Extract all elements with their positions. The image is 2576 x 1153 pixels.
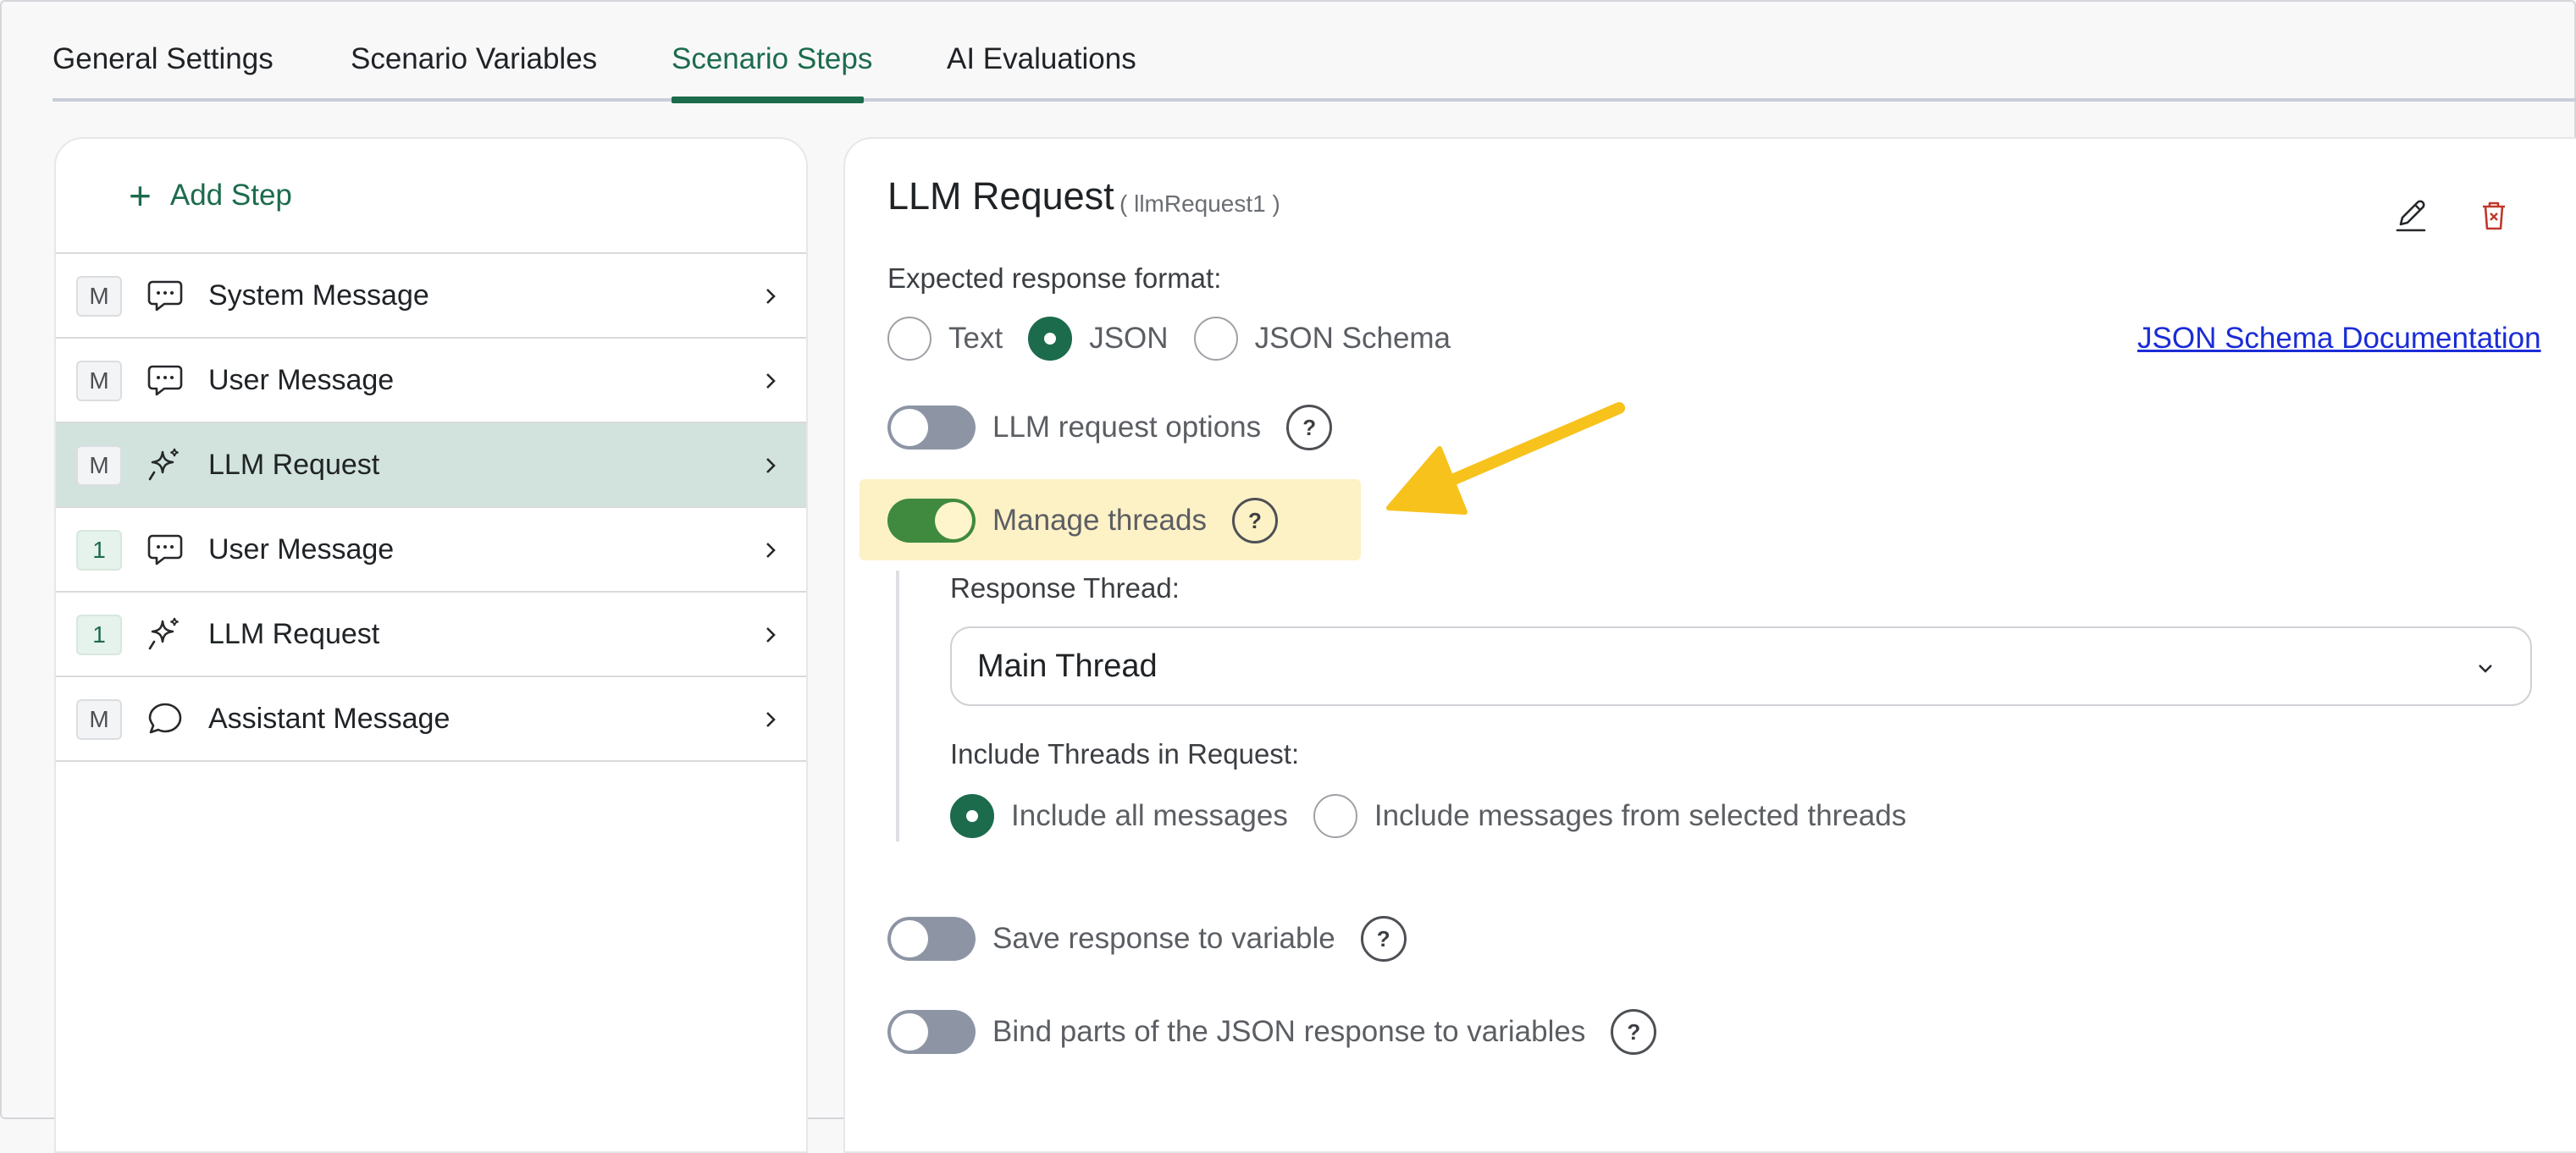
include-threads-label: Include Threads in Request: bbox=[950, 738, 1300, 770]
sparkles-icon bbox=[148, 448, 179, 481]
add-step-label: Add Step bbox=[169, 179, 292, 212]
include-selected-radio[interactable] bbox=[1313, 794, 1357, 838]
message-dots-icon bbox=[147, 534, 183, 565]
format-radio-json[interactable] bbox=[1028, 317, 1073, 361]
step-badge: M bbox=[76, 445, 122, 486]
help-icon[interactable]: ? bbox=[1360, 916, 1407, 962]
step-label: System Message bbox=[208, 279, 429, 312]
tab-general-settings[interactable]: General Settings bbox=[53, 42, 274, 76]
format-option-label: JSON bbox=[1089, 322, 1169, 355]
thread-settings-rail bbox=[896, 571, 899, 841]
json-schema-docs-link[interactable]: JSON Schema Documentation bbox=[2137, 322, 2541, 356]
steps-panel: + Add Step M System Message M User Messa… bbox=[54, 137, 808, 1153]
format-option-label: JSON Schema bbox=[1254, 322, 1451, 355]
message-dots-icon bbox=[147, 365, 183, 396]
format-label: Expected response format: bbox=[887, 262, 1222, 294]
tab-scenario-variables[interactable]: Scenario Variables bbox=[351, 42, 597, 76]
chevron-right-icon bbox=[766, 543, 776, 558]
chevron-right-icon bbox=[766, 458, 776, 473]
help-icon[interactable]: ? bbox=[1286, 405, 1333, 450]
delete-icon[interactable] bbox=[2473, 195, 2515, 237]
include-radio-group: Include all messages Include messages fr… bbox=[950, 794, 1932, 838]
add-step-button[interactable]: + Add Step bbox=[129, 176, 292, 215]
toggle-label: Bind parts of the JSON response to varia… bbox=[992, 1015, 1586, 1048]
include-option-label: Include messages from selected threads bbox=[1374, 799, 1907, 832]
step-item-llm-request-2[interactable]: 1 LLM Request bbox=[56, 591, 806, 676]
step-badge: M bbox=[76, 276, 122, 317]
help-icon[interactable]: ? bbox=[1611, 1009, 1657, 1055]
chat-bubble-icon bbox=[148, 703, 182, 734]
step-label: LLM Request bbox=[208, 617, 380, 650]
format-radio-group: Text JSON JSON Schema bbox=[887, 317, 1476, 361]
step-item-system-message[interactable]: M System Message bbox=[56, 252, 806, 337]
active-tab-indicator bbox=[672, 97, 864, 103]
step-badge: 1 bbox=[76, 530, 122, 571]
save-response-toggle[interactable] bbox=[887, 917, 976, 961]
chevron-down-icon bbox=[2479, 665, 2492, 673]
step-item-user-message-2[interactable]: 1 User Message bbox=[56, 506, 806, 591]
format-option-label: Text bbox=[948, 322, 1003, 355]
toggle-label: Save response to variable bbox=[992, 922, 1335, 955]
step-label: User Message bbox=[208, 532, 395, 565]
select-value: Main Thread bbox=[977, 648, 1158, 684]
llm-options-toggle[interactable] bbox=[887, 405, 976, 450]
save-response-row: Save response to variable ? bbox=[887, 916, 1407, 962]
chevron-right-icon bbox=[766, 373, 776, 389]
response-thread-label: Response Thread: bbox=[950, 572, 1180, 604]
response-thread-select[interactable]: Main Thread bbox=[950, 626, 2532, 706]
step-label: LLM Request bbox=[208, 448, 380, 481]
tab-bar-divider bbox=[53, 98, 2576, 102]
step-list: M System Message M User Message M LLM Re… bbox=[56, 252, 806, 762]
sparkles-icon bbox=[148, 617, 179, 650]
tab-scenario-steps[interactable]: Scenario Steps bbox=[672, 42, 872, 76]
tab-ai-evaluations[interactable]: AI Evaluations bbox=[947, 42, 1136, 76]
chevron-right-icon bbox=[766, 712, 776, 727]
include-all-radio[interactable] bbox=[950, 794, 994, 838]
manage-threads-row: Manage threads ? bbox=[887, 498, 1278, 543]
step-item-user-message[interactable]: M User Message bbox=[56, 337, 806, 422]
step-label: User Message bbox=[208, 363, 395, 396]
step-label: Assistant Message bbox=[208, 702, 451, 735]
llm-options-row: LLM request options ? bbox=[887, 405, 1333, 450]
manage-threads-toggle[interactable] bbox=[887, 499, 976, 543]
toggle-label: Manage threads bbox=[992, 504, 1207, 537]
chevron-right-icon bbox=[766, 627, 776, 643]
bind-json-toggle[interactable] bbox=[887, 1010, 976, 1054]
bind-json-row: Bind parts of the JSON response to varia… bbox=[887, 1009, 1657, 1055]
detail-step-id: ( llmRequest1 ) bbox=[1119, 190, 1280, 217]
step-badge: M bbox=[76, 361, 122, 401]
format-radio-text[interactable] bbox=[887, 317, 931, 361]
chevron-right-icon bbox=[766, 289, 776, 304]
message-dots-icon bbox=[147, 280, 183, 312]
format-radio-json-schema[interactable] bbox=[1193, 317, 1238, 361]
plus-icon: + bbox=[129, 174, 152, 218]
include-option-label: Include all messages bbox=[1011, 799, 1288, 832]
toggle-label: LLM request options bbox=[992, 411, 1262, 444]
edit-icon[interactable] bbox=[2390, 195, 2432, 237]
step-badge: M bbox=[76, 699, 122, 740]
step-item-assistant-message[interactable]: M Assistant Message bbox=[56, 676, 806, 762]
detail-title: LLM Request bbox=[887, 174, 1114, 218]
annotation-arrow-icon bbox=[1386, 402, 1625, 515]
step-badge: 1 bbox=[76, 615, 122, 655]
step-item-llm-request[interactable]: M LLM Request bbox=[56, 422, 806, 506]
help-icon[interactable]: ? bbox=[1231, 498, 1278, 543]
